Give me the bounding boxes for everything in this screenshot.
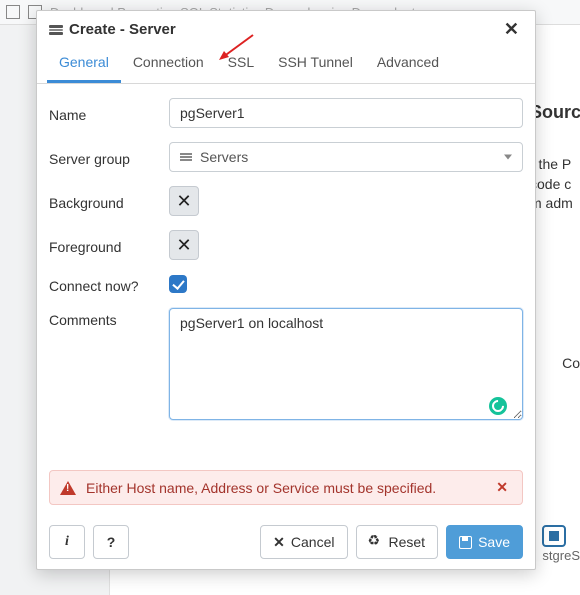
- name-input[interactable]: [169, 98, 523, 128]
- error-alert: Either Host name, Address or Service mus…: [49, 470, 523, 505]
- database-icon: [542, 525, 566, 547]
- create-server-dialog: Create - Server ✕ General Connection SSL…: [36, 10, 536, 570]
- server-group-icon: [180, 153, 192, 161]
- clear-icon: ✕: [176, 236, 191, 254]
- save-icon: [459, 536, 472, 549]
- connect-now-checkbox[interactable]: [169, 275, 187, 293]
- foreground-color-button[interactable]: ✕: [169, 230, 199, 260]
- info-icon: i: [65, 534, 69, 550]
- tab-ssh-tunnel[interactable]: SSH Tunnel: [266, 46, 365, 83]
- tab-general[interactable]: General: [47, 46, 121, 83]
- info-button[interactable]: i: [49, 525, 85, 559]
- help-icon: ?: [107, 534, 116, 550]
- clear-icon: ✕: [176, 192, 191, 210]
- background-color-button[interactable]: ✕: [169, 186, 199, 216]
- label-background: Background: [49, 191, 169, 211]
- dialog-footer: i ? ✕ Cancel Reset Save: [37, 515, 535, 569]
- warning-icon: [60, 481, 76, 495]
- reset-button[interactable]: Reset: [356, 525, 439, 559]
- reset-icon: [369, 535, 383, 549]
- general-tab-form: Name Server group Servers Background ✕: [37, 84, 535, 464]
- comments-textarea[interactable]: [169, 308, 523, 420]
- tab-ssl[interactable]: SSL: [216, 46, 266, 83]
- tab-connection[interactable]: Connection: [121, 46, 216, 83]
- label-foreground: Foreground: [49, 235, 169, 255]
- dialog-title-bar: Create - Server ✕: [37, 11, 535, 46]
- cancel-button[interactable]: ✕ Cancel: [260, 525, 347, 559]
- server-group-select[interactable]: Servers: [169, 142, 523, 172]
- label-server-group: Server group: [49, 147, 169, 167]
- reset-label: Reset: [389, 534, 426, 550]
- grid-icon: [6, 5, 20, 19]
- chevron-down-icon: [504, 155, 512, 160]
- close-alert-icon[interactable]: ✕: [492, 479, 512, 496]
- background-footer-fragment: stgreS: [542, 525, 580, 565]
- grammarly-icon[interactable]: [489, 397, 507, 415]
- server-icon: [49, 25, 63, 35]
- close-icon[interactable]: ✕: [500, 19, 523, 40]
- close-icon: ✕: [273, 534, 285, 551]
- label-connect-now: Connect now?: [49, 274, 169, 294]
- error-text: Either Host name, Address or Service mus…: [86, 480, 436, 496]
- save-label: Save: [478, 534, 510, 550]
- label-name: Name: [49, 103, 169, 123]
- save-button[interactable]: Save: [446, 525, 523, 559]
- label-comments: Comments: [49, 308, 169, 328]
- help-button[interactable]: ?: [93, 525, 129, 559]
- dialog-title: Create - Server: [69, 21, 176, 38]
- cancel-label: Cancel: [291, 534, 335, 550]
- background-cutoff-text: Sourc r the P code c m adm Co: [530, 100, 580, 374]
- tab-advanced[interactable]: Advanced: [365, 46, 451, 83]
- dialog-tabs: General Connection SSL SSH Tunnel Advanc…: [37, 46, 535, 84]
- server-group-value: Servers: [200, 149, 248, 165]
